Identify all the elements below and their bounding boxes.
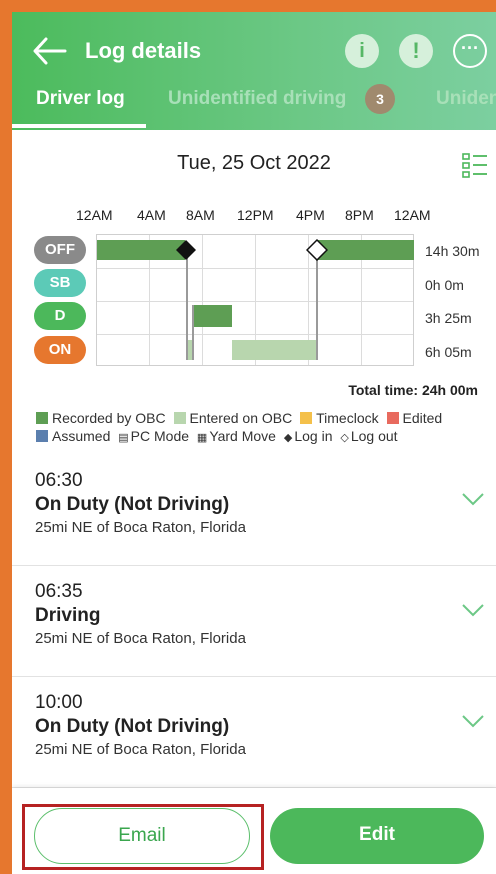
legend-timeclock: Timeclock [300,410,379,426]
back-arrow-icon[interactable] [32,36,68,66]
event-status: On Duty (Not Driving) [35,494,230,515]
event-status: Driving [35,605,101,626]
log-out-marker-icon [306,239,328,261]
tick-label: 4PM [296,207,325,223]
event-time: 10:00 [35,692,83,713]
event-time: 06:30 [35,470,83,491]
status-transition-line [316,250,318,360]
status-pill-sb: SB [34,269,86,297]
off-duty-segment[interactable] [97,240,185,260]
legend-assumed: Assumed [36,428,110,444]
yard-move-icon: ▦ [196,432,208,444]
legend-pc-mode: ▤ PC Mode [118,428,190,444]
legend-edited: Edited [386,410,442,426]
chevron-down-icon[interactable] [462,603,484,617]
page-title: Log details [85,38,202,63]
total-time: Total time: 24h 00m [348,382,478,398]
event-status: On Duty (Not Driving) [35,716,230,737]
more-options-icon[interactable]: ··· [453,34,487,68]
unidentified-count-badge: 3 [365,84,395,114]
alert-icon[interactable]: ! [399,34,433,68]
off-duty-segment[interactable] [317,240,414,260]
list-view-icon[interactable] [462,152,488,178]
event-list-item[interactable]: 10:00 On Duty (Not Driving) 25mi NE of B… [12,678,496,788]
status-pill-d: D [34,302,86,330]
app-frame: Log details i ! ··· Driver log Unidentif… [12,12,496,874]
on-duty-segment[interactable] [232,340,317,360]
duration-on: 6h 05m [425,344,472,360]
status-transition-line [186,250,188,360]
legend-log-out: ◇ Log out [340,428,398,444]
legend-yard-move: ▦ Yard Move [196,428,276,444]
tab-unidentified-overflow[interactable]: Uniden [436,88,496,110]
duration-d: 3h 25m [425,310,472,326]
event-time: 06:35 [35,581,83,602]
event-list-item[interactable]: 06:35 Driving 25mi NE of Boca Raton, Flo… [12,567,496,677]
event-location: 25mi NE of Boca Raton, Florida [35,519,246,536]
diamond-outline-icon: ◇ [340,432,349,444]
email-button-highlight [22,804,264,870]
active-tab-indicator [12,124,146,128]
event-list-item[interactable]: 06:30 On Duty (Not Driving) 25mi NE of B… [12,456,496,566]
footer-actions: Email Edit [12,788,496,874]
tick-label: 12PM [237,207,274,223]
tick-label: 8AM [186,207,215,223]
info-icon[interactable]: i [345,34,379,68]
tab-driver-log[interactable]: Driver log [36,88,125,110]
legend-row-2: Assumed ▤ PC Mode ▦ Yard Move ◆ Log in ◇ Log… [36,428,486,444]
log-in-marker-icon [176,240,196,260]
tick-label: 12AM [394,207,431,223]
event-location: 25mi NE of Boca Raton, Florida [35,630,246,647]
diamond-filled-icon: ◆ [283,432,293,444]
status-pill-off: OFF [34,236,86,264]
chevron-down-icon[interactable] [462,714,484,728]
legend-log-in: ◆ Log in [283,428,333,444]
driving-segment[interactable] [193,305,232,327]
legend-recorded: Recorded by OBC [36,410,166,426]
edit-button[interactable]: Edit [270,808,484,864]
tick-label: 12AM [76,207,113,223]
log-date: Tue, 25 Oct 2022 [177,152,331,174]
header: Log details i ! ··· Driver log Unidentif… [12,12,496,130]
chevron-down-icon[interactable] [462,492,484,506]
duration-off: 14h 30m [425,243,480,259]
status-pill-on: ON [34,336,86,364]
tab-unidentified-driving[interactable]: Unidentified driving [168,88,346,110]
duration-sb: 0h 0m [425,277,464,293]
pc-mode-icon: ▤ [118,432,129,444]
tick-label: 8PM [345,207,374,223]
legend-row-1: Recorded by OBC Entered on OBC Timeclock… [36,410,486,426]
status-transition-line [192,305,194,360]
legend-entered: Entered on OBC [173,410,292,426]
event-location: 25mi NE of Boca Raton, Florida [35,741,246,758]
tick-label: 4AM [137,207,166,223]
